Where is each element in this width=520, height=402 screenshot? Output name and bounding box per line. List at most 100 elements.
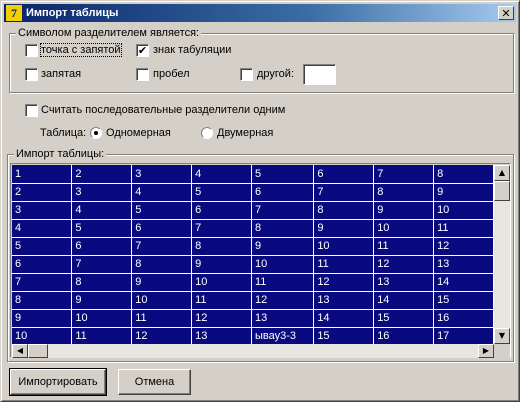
table-cell[interactable]: 9: [433, 183, 494, 202]
table-cell[interactable]: 9: [313, 219, 375, 238]
table-cell[interactable]: 12: [373, 255, 435, 274]
table-cell[interactable]: 11: [71, 327, 133, 344]
table-cell[interactable]: 11: [251, 273, 315, 292]
table-cell[interactable]: 9: [71, 291, 133, 310]
data-table[interactable]: 1 2 3 4 5 6 7 8 2 3 4 5 6 7 8 9 3 4 5 6 7 8 9 10 4 5 6 7 8 9 10 11 5 6 7 8 9…: [12, 165, 494, 344]
two-dimensional-radio[interactable]: [201, 127, 213, 139]
table-cell[interactable]: 10: [12, 327, 73, 344]
table-cell[interactable]: 13: [433, 255, 494, 274]
table-cell[interactable]: 4: [12, 219, 73, 238]
table-cell[interactable]: 9: [251, 237, 315, 256]
table-row[interactable]: 5 6 7 8 9 10 11 12: [12, 237, 494, 256]
title-bar[interactable]: 7 Импорт таблицы ✕: [4, 4, 516, 22]
table-row[interactable]: 7 8 9 10 11 12 13 14: [12, 273, 494, 292]
table-cell[interactable]: 3: [12, 201, 73, 220]
table-cell[interactable]: 13: [313, 291, 375, 310]
other-separator-input[interactable]: [303, 64, 336, 85]
table-cell[interactable]: 14: [433, 273, 494, 292]
table-cell[interactable]: 12: [131, 327, 193, 344]
space-checkbox[interactable]: [136, 68, 149, 81]
table-cell[interactable]: 13: [373, 273, 435, 292]
table-cell[interactable]: 10: [71, 309, 133, 328]
table-cell[interactable]: 2: [12, 183, 73, 202]
table-cell[interactable]: 8: [433, 165, 494, 184]
two-dimensional-label[interactable]: Двумерная: [217, 127, 273, 139]
table-cell[interactable]: 7: [251, 201, 315, 220]
tab-checkbox[interactable]: ✔: [136, 44, 149, 57]
table-cell[interactable]: 6: [12, 255, 73, 274]
table-cell[interactable]: ывау3-3: [251, 327, 315, 344]
horizontal-scroll-thumb[interactable]: [28, 344, 48, 358]
table-cell[interactable]: 11: [373, 237, 435, 256]
import-button[interactable]: Импортировать: [9, 368, 107, 396]
scroll-up-button[interactable]: ▲: [494, 165, 510, 181]
semicolon-label[interactable]: точка с запятой: [40, 43, 122, 57]
comma-label[interactable]: запятая: [41, 68, 81, 80]
table-cell[interactable]: 15: [313, 327, 375, 344]
table-cell[interactable]: 13: [251, 309, 315, 328]
space-label[interactable]: пробел: [153, 68, 190, 80]
table-row[interactable]: 12345678: [12, 165, 494, 184]
cancel-button[interactable]: Отмена: [118, 369, 191, 395]
table-cell[interactable]: 9: [131, 273, 193, 292]
table-cell[interactable]: 11: [131, 309, 193, 328]
table-cell[interactable]: 15: [373, 309, 435, 328]
table-cell[interactable]: 7: [191, 219, 252, 238]
table-cell[interactable]: 10: [191, 273, 252, 292]
one-dimensional-radio[interactable]: [90, 127, 102, 139]
table-cell[interactable]: 10: [373, 219, 435, 238]
table-cell[interactable]: 8: [251, 219, 315, 238]
table-cell[interactable]: 7: [313, 183, 375, 202]
table-cell[interactable]: 16: [433, 309, 494, 328]
vertical-scroll-thumb[interactable]: [494, 181, 510, 201]
table-row[interactable]: 10 11 12 13 ывау3-3 15 16 17: [12, 327, 494, 344]
table-cell[interactable]: 11: [313, 255, 375, 274]
table-cell[interactable]: 8: [131, 255, 193, 274]
table-cell[interactable]: 7: [12, 273, 73, 292]
table-cell[interactable]: 15: [433, 291, 494, 310]
table-row[interactable]: 23456789: [12, 183, 494, 202]
table-cell[interactable]: 3: [131, 165, 193, 184]
table-cell[interactable]: 2: [71, 165, 133, 184]
table-cell[interactable]: 7: [131, 237, 193, 256]
table-cell[interactable]: 7: [373, 165, 435, 184]
table-cell[interactable]: 9: [373, 201, 435, 220]
table-cell[interactable]: 8: [12, 291, 73, 310]
import-grid[interactable]: 1 2 3 4 5 6 7 8 2 3 4 5 6 7 8 9 3 4 5 6 7 8 9 10 4 5 6 7 8 9 10 11 5 6 7 8 9…: [10, 163, 511, 358]
vertical-scrollbar[interactable]: ▲ ▼: [494, 165, 510, 344]
table-row[interactable]: 8 9 10 11 12 13 14 15: [12, 291, 494, 310]
table-cell[interactable]: 6: [71, 237, 133, 256]
table-cell[interactable]: 5: [71, 219, 133, 238]
horizontal-scrollbar[interactable]: ◀ ▶: [12, 344, 494, 358]
scroll-left-button[interactable]: ◀: [12, 344, 28, 358]
table-cell[interactable]: 9: [12, 309, 73, 328]
table-cell[interactable]: 5: [131, 201, 193, 220]
table-cell[interactable]: 8: [313, 201, 375, 220]
table-cell[interactable]: 6: [313, 165, 375, 184]
table-row[interactable]: 9 10 11 12 13 14 15 16: [12, 309, 494, 328]
table-cell[interactable]: 11: [433, 219, 494, 238]
close-button[interactable]: ✕: [498, 6, 514, 20]
table-cell[interactable]: 7: [71, 255, 133, 274]
table-cell[interactable]: 17: [433, 327, 494, 344]
table-cell[interactable]: 5: [12, 237, 73, 256]
table-cell[interactable]: 12: [251, 291, 315, 310]
table-cell[interactable]: 10: [131, 291, 193, 310]
other-checkbox[interactable]: [240, 68, 253, 81]
table-cell[interactable]: 5: [251, 165, 315, 184]
table-cell[interactable]: 6: [251, 183, 315, 202]
consecutive-label[interactable]: Считать последовательные разделители одн…: [41, 104, 285, 116]
table-cell[interactable]: 16: [373, 327, 435, 344]
table-cell[interactable]: 4: [191, 165, 252, 184]
table-cell[interactable]: 5: [191, 183, 252, 202]
table-cell[interactable]: 6: [191, 201, 252, 220]
table-cell[interactable]: 3: [71, 183, 133, 202]
table-cell[interactable]: 6: [131, 219, 193, 238]
one-dimensional-label[interactable]: Одномерная: [106, 127, 171, 139]
table-cell[interactable]: 1: [12, 165, 73, 184]
table-row[interactable]: 6 7 8 9 10 11 12 13: [12, 255, 494, 274]
comma-checkbox[interactable]: [25, 68, 38, 81]
table-cell[interactable]: 12: [433, 237, 494, 256]
semicolon-checkbox[interactable]: [25, 44, 38, 57]
tab-label[interactable]: знак табуляции: [153, 44, 231, 56]
